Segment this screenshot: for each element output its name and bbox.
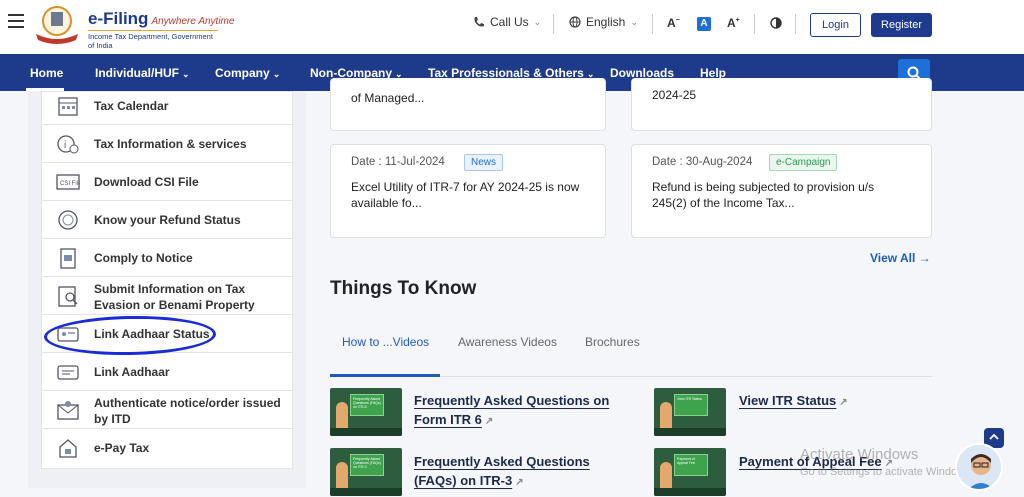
nav-individual-huf[interactable]: Individual/HUF ⌄ — [95, 66, 190, 80]
news-card[interactable]: Date : 11-Jul-2024 News Excel Utility of… — [330, 144, 606, 238]
notice-icon — [60, 247, 76, 269]
news-text: Refund is being subjected to provision u… — [652, 180, 875, 210]
sidebar-item-tax-evasion[interactable]: Submit Information on Tax Evasion or Ben… — [42, 277, 292, 315]
svg-text:CSI File: CSI File — [60, 181, 80, 187]
external-link-icon: ↗ — [839, 397, 848, 408]
campaign-badge: e-Campaign — [769, 154, 838, 171]
calendar-icon — [58, 96, 78, 116]
sidebar-item-label: Comply to Notice — [94, 250, 193, 265]
sidebar-item-link-aadhaar[interactable]: Link Aadhaar — [42, 353, 292, 391]
language-dropdown[interactable]: English ⌄ — [569, 15, 638, 29]
phone-icon — [474, 17, 484, 27]
sidebar-item-label: Tax Calendar — [94, 98, 169, 113]
video-link[interactable]: Frequently Asked Questions (FAQs) on ITR… — [414, 452, 614, 492]
govt-emblem-logo[interactable] — [32, 4, 82, 44]
video-thumbnail[interactable]: Payment of Appeal Fee — [654, 448, 726, 496]
sidebar-item-authenticate-notice[interactable]: Authenticate notice/order issued by ITD — [42, 391, 292, 429]
divider — [652, 14, 653, 34]
font-increase-button[interactable]: A+ — [727, 16, 740, 30]
section-title: Things To Know — [330, 278, 477, 299]
news-card-partial[interactable]: of Managed... — [330, 78, 606, 131]
divider — [754, 14, 755, 34]
sidebar-item-epay-tax[interactable]: e-Pay Tax — [42, 429, 292, 467]
video-thumbnail[interactable]: Frequently Asked Questions (FAQs) on ITR… — [330, 388, 402, 436]
epay-tax-icon — [59, 439, 77, 458]
nav-home[interactable]: Home — [30, 66, 63, 80]
activation-watermark: Activate Windows — [800, 446, 919, 463]
brand-tagline: Anywhere Anytime — [151, 16, 235, 27]
video-thumbnail[interactable]: Frequently Asked Questions (FAQs) on ITR… — [330, 448, 402, 496]
login-button[interactable]: Login — [810, 13, 861, 37]
active-tab-indicator — [330, 374, 440, 377]
view-all-link[interactable]: View All → — [870, 251, 931, 265]
refund-icon — [58, 209, 78, 230]
register-button[interactable]: Register — [871, 13, 932, 37]
news-text: of Managed... — [351, 91, 425, 105]
tab-how-to-videos[interactable]: How to ...Videos — [342, 335, 429, 349]
tab-brochures[interactable]: Brochures — [585, 335, 640, 349]
external-link-icon: ↗ — [484, 416, 494, 427]
chevron-down-icon: ⌄ — [630, 16, 638, 27]
sidebar-item-label: Submit Information on Tax Evasion or Ben… — [94, 282, 255, 312]
sidebar-item-tax-calendar[interactable]: Tax Calendar — [42, 87, 292, 125]
news-date: Date : 30-Aug-2024 — [652, 156, 753, 168]
globe-icon — [569, 16, 581, 28]
divider — [795, 14, 796, 34]
language-label: English — [586, 15, 626, 29]
assistant-avatar-icon — [957, 445, 1001, 489]
csi-file-icon: CSI File — [56, 173, 80, 190]
sidebar-item-comply-notice[interactable]: Comply to Notice — [42, 239, 292, 277]
sidebar-item-label: Download CSI File — [94, 174, 199, 189]
sidebar-item-label: Tax Information & services — [94, 136, 247, 151]
aadhaar-link-icon — [57, 364, 79, 380]
video-thumbnail[interactable]: View ITR Status — [654, 388, 726, 436]
video-link[interactable]: Frequently Asked Questions on Form ITR 6… — [414, 391, 614, 431]
sidebar-item-label: Link Aadhaar — [94, 364, 170, 379]
brand-title: e-Filing — [88, 9, 149, 28]
brand-block[interactable]: e-Filing Anywhere Anytime Income Tax Depa… — [88, 9, 234, 50]
chatbot-avatar[interactable] — [955, 443, 1003, 491]
arrow-right-icon: → — [918, 251, 931, 265]
sidebar-item-refund-status[interactable]: Know your Refund Status — [42, 201, 292, 239]
font-default-button[interactable]: A — [697, 17, 711, 31]
nav-company[interactable]: Company ⌄ — [215, 66, 280, 80]
sidebar-item-download-csi[interactable]: CSI File Download CSI File — [42, 163, 292, 201]
info-services-icon: i — [57, 134, 79, 153]
top-header: e-Filing Anywhere Anytime Income Tax Depa… — [0, 0, 1024, 54]
news-badge: News — [464, 154, 504, 171]
chevron-down-icon: ⌄ — [272, 69, 281, 79]
external-link-icon: ↗ — [515, 477, 524, 488]
sidebar-item-label: Authenticate notice/order issued by ITD — [94, 396, 281, 426]
chevron-down-icon: ⌄ — [533, 16, 542, 27]
sidebar-item-label: e-Pay Tax — [94, 441, 150, 455]
call-us-label: Call Us — [490, 15, 529, 29]
quick-links-list: Tax Calendar i Tax Information & service… — [41, 91, 293, 469]
video-link[interactable]: View ITR Status ↗ — [739, 391, 939, 412]
brand-subtitle: Income Tax Department, Government of Ind… — [88, 30, 218, 50]
news-date: Date : 11-Jul-2024 — [351, 156, 445, 168]
divider — [553, 14, 554, 34]
call-us-dropdown[interactable]: Call Us ⌄ — [473, 15, 541, 29]
authenticate-envelope-icon — [57, 400, 79, 420]
tab-awareness-videos[interactable]: Awareness Videos — [458, 335, 557, 349]
contrast-icon[interactable] — [770, 17, 782, 29]
sidebar-item-label: Know your Refund Status — [94, 212, 241, 227]
chevron-up-icon — [989, 433, 999, 440]
font-decrease-button[interactable]: A− — [667, 16, 680, 30]
evasion-report-icon — [58, 285, 78, 307]
svg-text:i: i — [64, 140, 66, 151]
news-text: 2024-25 — [652, 88, 697, 102]
hamburger-menu-icon[interactable] — [8, 14, 24, 28]
activation-watermark-sub: Go to Settings to activate Windows. — [800, 466, 974, 478]
sidebar-item-tax-information[interactable]: i Tax Information & services — [42, 125, 292, 163]
news-card-partial[interactable]: 2024-25 — [631, 78, 932, 131]
news-card[interactable]: Date : 30-Aug-2024 e-Campaign Refund is … — [631, 144, 932, 238]
chevron-down-icon: ⌄ — [182, 69, 190, 79]
news-text: Excel Utility of ITR-7 for AY 2024-25 is… — [351, 180, 580, 210]
